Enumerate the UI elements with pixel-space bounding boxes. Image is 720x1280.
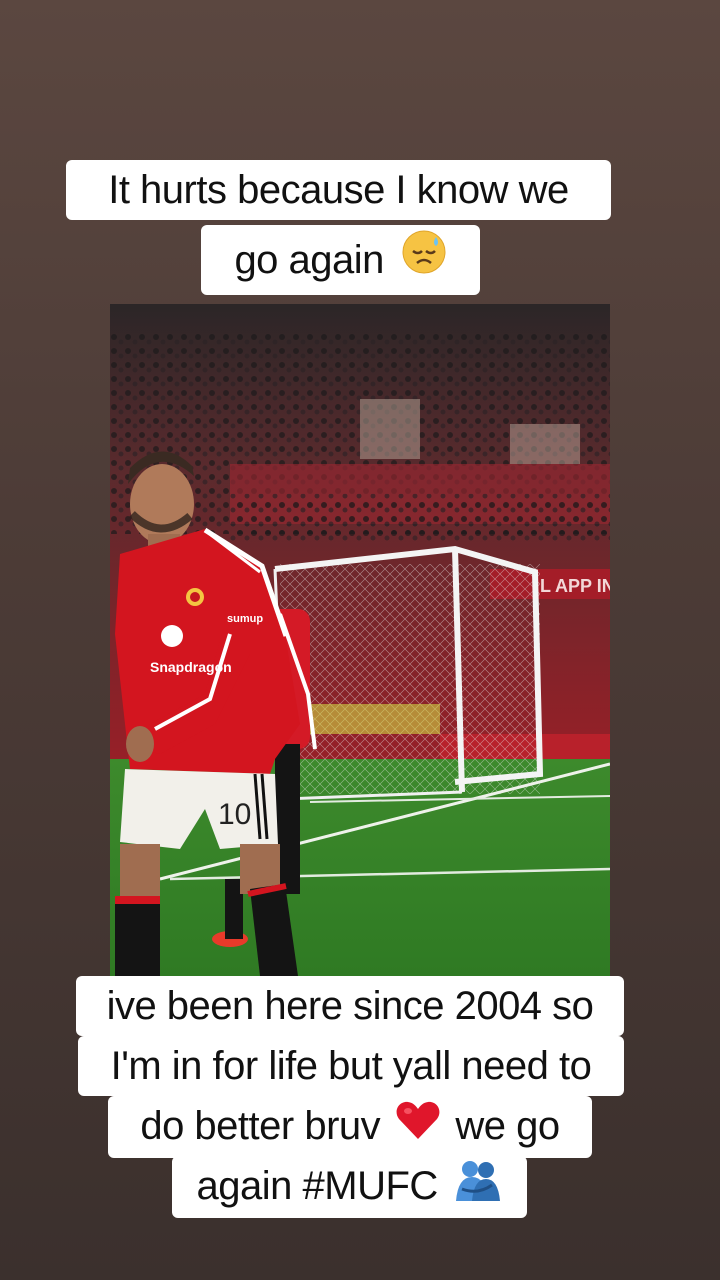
bottom-caption-line-1: ive been here since 2004 so bbox=[76, 976, 624, 1036]
red-heart-emoji-icon bbox=[395, 1098, 441, 1158]
people-hugging-emoji-icon bbox=[454, 1157, 502, 1220]
top-caption-line-1: It hurts because I know we bbox=[66, 160, 611, 220]
ad-board-text: L APP IN bbox=[540, 576, 610, 596]
bottom-caption-text-2: I'm in for life but yall need to bbox=[110, 1044, 592, 1088]
bottom-caption-text-3b: we go bbox=[455, 1104, 560, 1148]
top-caption-text-1: It hurts because I know we bbox=[108, 168, 569, 212]
sponsor-text: Snapdragon bbox=[150, 659, 232, 675]
stadium-scene: L APP IN Snapdragon sumup 10 bbox=[110, 304, 610, 976]
jersey-number: 10 bbox=[218, 798, 251, 831]
top-caption-line-2: go again bbox=[201, 225, 480, 295]
sad-sweat-face-emoji-icon bbox=[401, 227, 447, 297]
bottom-caption-text-4: again #MUFC bbox=[196, 1164, 439, 1208]
video-frame[interactable]: L APP IN Snapdragon sumup 10 bbox=[110, 304, 610, 976]
bottom-caption-text-3a: do better bruv bbox=[140, 1104, 381, 1148]
bottom-caption-line-2: I'm in for life but yall need to bbox=[78, 1036, 624, 1096]
top-caption-text-2: go again bbox=[234, 238, 384, 282]
sleeve-text: sumup bbox=[227, 613, 263, 625]
bottom-caption-line-3: do better bruv we go bbox=[108, 1096, 592, 1159]
bottom-caption-line-4: again #MUFC bbox=[172, 1156, 527, 1218]
bottom-caption-text-1: ive been here since 2004 so bbox=[106, 984, 594, 1028]
